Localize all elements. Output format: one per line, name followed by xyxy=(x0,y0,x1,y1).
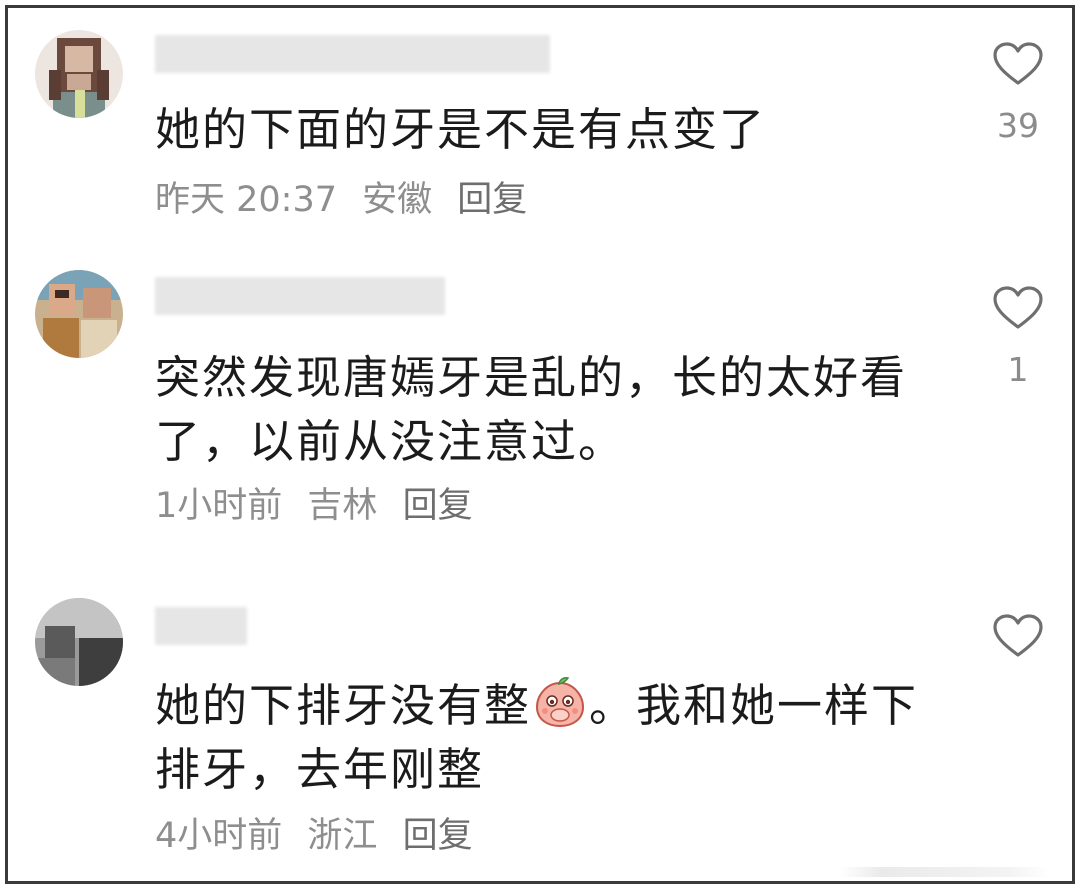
peach-cover-mouth-emoji-icon xyxy=(533,675,587,729)
username-blurred[interactable] xyxy=(155,272,445,320)
avatar[interactable] xyxy=(35,30,123,118)
avatar[interactable] xyxy=(35,270,123,358)
heart-icon xyxy=(993,42,1043,85)
comment-time: 昨天 20:37 xyxy=(155,180,337,220)
comment-text: 突然发现唐嫣牙是乱的，长的太好看了，以前从没注意过。 xyxy=(155,351,908,468)
username-blurred[interactable] xyxy=(155,30,550,78)
like-button[interactable] xyxy=(990,614,1046,658)
heart-icon xyxy=(993,614,1043,657)
avatar[interactable] xyxy=(35,598,123,686)
comment-meta: 1小时前 吉林 回复 xyxy=(155,486,487,526)
comment-time: 1小时前 xyxy=(155,486,283,526)
comment-meta: 昨天 20:37 安徽 回复 xyxy=(155,180,541,220)
comment-item: 突然发现唐嫣牙是乱的，长的太好看了，以前从没注意过。 1小时前 吉林 回复 1 xyxy=(8,258,1072,588)
comment-item: 她的下面的牙是不是有点变了 昨天 20:37 安徽 回复 39 xyxy=(8,8,1072,258)
comment-text: 她的下面的牙是不是有点变了 xyxy=(155,103,767,156)
like-count: 1 xyxy=(1007,350,1029,389)
watermark xyxy=(840,867,1050,877)
comment-list: 她的下面的牙是不是有点变了 昨天 20:37 安徽 回复 39 突然发现唐嫣牙是… xyxy=(5,5,1075,884)
comment-text: 她的下排牙没有整 。我和她一样下排牙，去年刚整 xyxy=(155,674,935,802)
comment-time: 4小时前 xyxy=(155,816,283,856)
comment-location: 浙江 xyxy=(307,816,378,856)
reply-button[interactable]: 回复 xyxy=(403,816,473,856)
user-avatar-icon xyxy=(35,270,123,358)
reply-button[interactable]: 回复 xyxy=(403,486,473,526)
like-count: 39 xyxy=(997,106,1039,145)
username-blurred[interactable] xyxy=(155,602,247,650)
comment-meta: 4小时前 浙江 回复 xyxy=(155,816,487,856)
user-avatar-icon xyxy=(35,30,123,118)
comment-item: 她的下排牙没有整 。我和她一样下排牙，去年刚整 4小时前 浙江 回复 xyxy=(8,588,1072,881)
comment-location: 安徽 xyxy=(362,180,433,220)
like-button[interactable]: 39 xyxy=(990,42,1046,145)
heart-icon xyxy=(993,286,1043,329)
like-button[interactable]: 1 xyxy=(990,286,1046,389)
user-avatar-icon xyxy=(35,598,123,686)
reply-button[interactable]: 回复 xyxy=(457,180,527,220)
comment-text-part: 她的下排牙没有整 xyxy=(155,679,532,732)
comment-location: 吉林 xyxy=(307,486,378,526)
